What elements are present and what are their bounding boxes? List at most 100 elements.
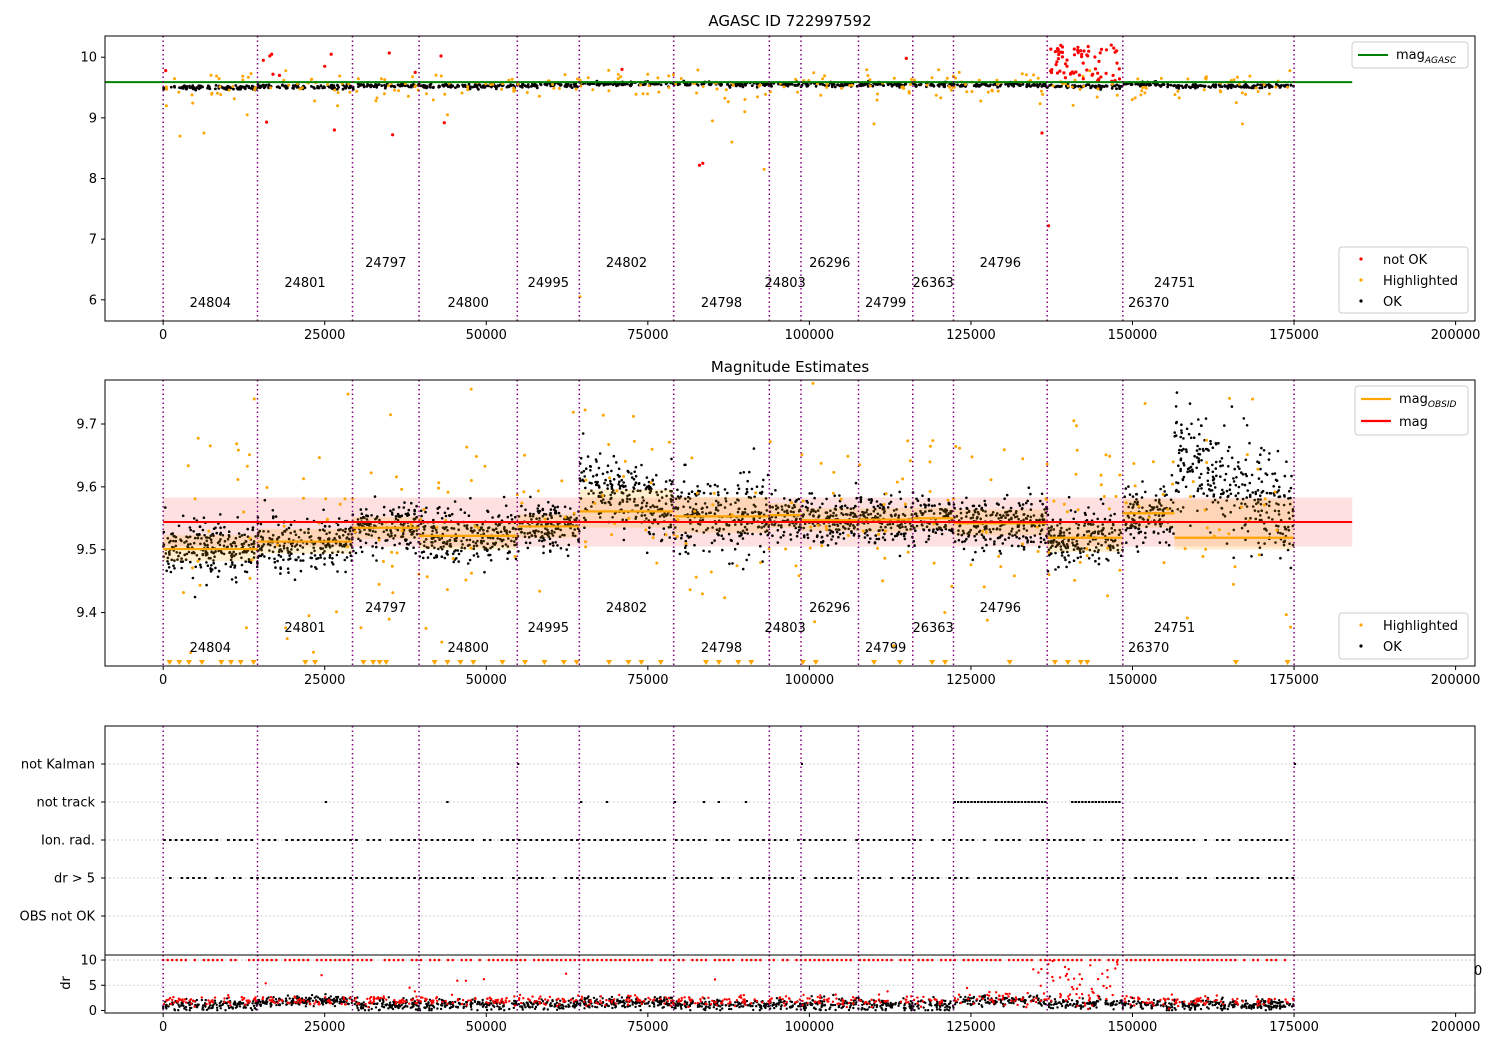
data-point — [888, 502, 891, 505]
data-point — [395, 475, 398, 479]
data-point — [209, 73, 213, 77]
flag-point — [430, 877, 434, 879]
data-point — [1066, 84, 1070, 88]
data-point — [1104, 48, 1109, 52]
data-point — [279, 555, 283, 558]
data-point — [709, 570, 713, 574]
data-point — [1209, 484, 1212, 488]
data-point — [1179, 444, 1182, 448]
obsid-label: 26363 — [912, 276, 953, 291]
data-point — [1079, 49, 1083, 53]
data-point — [353, 530, 357, 534]
data-point — [899, 497, 903, 501]
data-point — [782, 534, 785, 537]
data-point — [413, 512, 416, 516]
x-tick-label: 125000 — [946, 673, 996, 688]
data-point — [267, 83, 271, 86]
obsid-label: 24797 — [365, 601, 406, 616]
data-point — [1098, 51, 1102, 55]
data-point — [419, 509, 423, 513]
data-point — [578, 462, 582, 465]
data-point — [407, 508, 411, 512]
data-point — [921, 494, 924, 498]
data-point — [747, 553, 751, 557]
data-point — [720, 534, 723, 537]
flag-point — [977, 877, 980, 879]
data-point — [601, 494, 605, 498]
data-point — [834, 504, 838, 508]
data-point — [634, 92, 638, 96]
flag-point — [302, 877, 306, 879]
data-point — [413, 70, 417, 74]
data-point — [1188, 402, 1192, 405]
obsid-label: 24801 — [284, 621, 325, 636]
data-point — [536, 489, 540, 493]
data-point — [706, 482, 710, 486]
data-point — [1260, 480, 1264, 484]
data-point — [695, 91, 699, 95]
data-point — [449, 85, 453, 89]
data-point — [470, 571, 473, 575]
flag-point — [169, 877, 172, 879]
clipped-marker — [896, 660, 903, 665]
data-point — [240, 563, 244, 567]
data-point — [1050, 68, 1054, 72]
data-point — [218, 85, 222, 89]
data-point — [199, 84, 203, 88]
data-point — [1218, 460, 1222, 463]
data-point — [191, 576, 195, 580]
data-point — [796, 90, 800, 94]
data-point — [234, 576, 238, 579]
data-point — [411, 75, 414, 79]
data-point — [716, 491, 720, 494]
data-point — [782, 530, 786, 534]
data-point — [1248, 441, 1251, 445]
data-point — [850, 531, 853, 534]
data-point — [1020, 72, 1024, 76]
data-point — [212, 561, 215, 565]
data-point — [433, 556, 436, 560]
data-point — [645, 551, 649, 555]
data-point — [590, 482, 593, 485]
obsid-label: 24799 — [865, 641, 906, 656]
data-point — [242, 510, 246, 514]
data-point — [610, 469, 613, 473]
data-point — [837, 535, 840, 539]
data-point — [930, 504, 934, 508]
data-point — [1171, 460, 1175, 464]
data-point — [762, 167, 766, 171]
flag-point — [645, 877, 649, 879]
data-point — [1029, 492, 1032, 496]
data-point — [1275, 528, 1279, 532]
x-tick-label: 50000 — [466, 673, 507, 688]
data-point — [710, 541, 714, 545]
data-point — [882, 503, 886, 506]
data-point — [548, 537, 552, 541]
data-point — [1254, 86, 1258, 90]
data-point — [907, 91, 911, 95]
flag-point — [186, 877, 189, 879]
data-point — [337, 517, 341, 520]
flag-point — [878, 877, 882, 879]
data-point — [1106, 546, 1110, 550]
data-point — [572, 511, 576, 515]
data-point — [229, 565, 232, 568]
data-point — [1209, 439, 1212, 443]
data-point — [684, 550, 688, 554]
data-point — [1174, 434, 1178, 437]
data-point — [467, 514, 471, 517]
data-point — [644, 528, 648, 532]
data-point — [306, 517, 309, 521]
data-point — [1229, 86, 1233, 90]
data-point — [1115, 61, 1119, 65]
data-point — [759, 561, 763, 565]
data-point — [927, 534, 931, 538]
data-point — [548, 542, 552, 546]
data-point — [1040, 492, 1044, 496]
data-point — [173, 567, 176, 570]
data-point — [1196, 444, 1199, 448]
data-point — [604, 83, 608, 86]
data-point — [1091, 553, 1094, 557]
data-point — [224, 562, 228, 566]
data-point — [299, 559, 303, 562]
